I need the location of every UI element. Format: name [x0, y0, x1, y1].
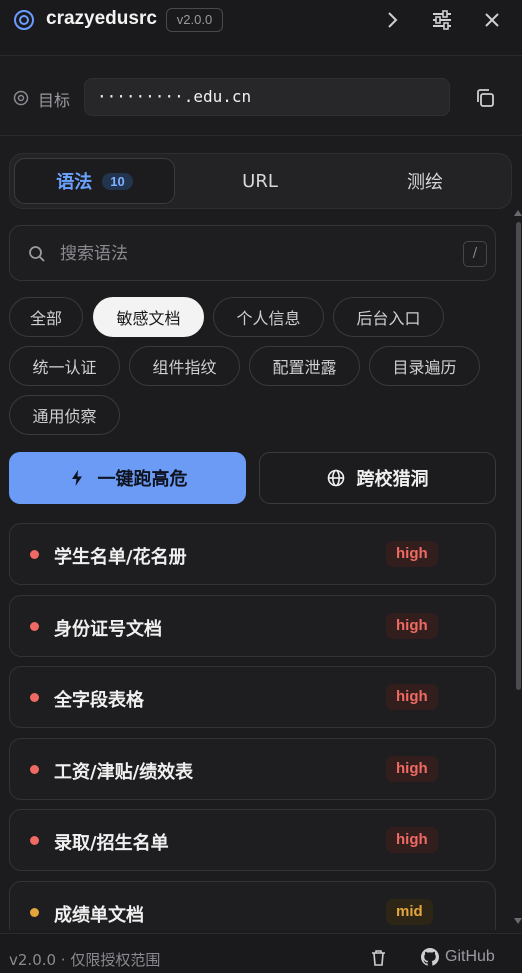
list-item-title: 学生名单/花名册 — [54, 547, 187, 568]
tab-bar: 语法 10 URL 测绘 — [9, 153, 512, 209]
chip-unified-auth[interactable]: 统一认证 — [9, 346, 120, 386]
list-item-title: 成绩单文档 — [54, 905, 144, 926]
run-high-risk-label: 一键跑高危 — [97, 469, 188, 490]
tab-syntax-label: 语法 — [56, 172, 93, 193]
chip-all[interactable]: 全部 — [9, 297, 83, 337]
copy-icon — [477, 89, 494, 107]
cross-school-hunt-button[interactable]: 跨校猎洞 — [259, 452, 496, 504]
chip-dir-traversal[interactable]: 目录遍历 — [369, 346, 480, 386]
chip-admin-entry[interactable]: 后台入口 — [333, 297, 444, 337]
chip-general-recon[interactable]: 通用侦察 — [9, 395, 120, 435]
target-input[interactable]: ·········.edu.cn — [84, 78, 450, 116]
severity-badge: high — [386, 827, 438, 853]
close-button[interactable] — [480, 8, 504, 32]
copy-button[interactable] — [474, 87, 496, 109]
expand-button[interactable] — [380, 8, 404, 32]
search-input[interactable] — [60, 241, 440, 267]
tab-url[interactable]: URL — [180, 158, 340, 204]
close-icon — [485, 13, 499, 27]
severity-badge: high — [386, 541, 438, 567]
chip-personal-info[interactable]: 个人信息 — [213, 297, 324, 337]
target-logo-icon — [14, 10, 34, 30]
globe-icon — [327, 469, 344, 487]
severity-dot — [30, 693, 39, 702]
search-icon — [29, 246, 45, 262]
target-label: 目标 — [38, 91, 71, 110]
clear-button[interactable] — [370, 949, 387, 967]
list-item[interactable]: 录取/招生名单 high — [9, 809, 496, 871]
severity-badge: high — [386, 684, 438, 710]
list-item[interactable]: 身份证号文档 high — [9, 595, 496, 657]
github-label: GitHub — [445, 948, 495, 965]
search-shortcut-hint: / — [463, 241, 487, 267]
list-item-title: 录取/招生名单 — [54, 833, 169, 854]
chip-sensitive-docs[interactable]: 敏感文档 — [93, 297, 204, 337]
list-item-title: 全字段表格 — [54, 690, 144, 711]
footer: v2.0.0 · 仅限授权范围 GitHub — [0, 933, 522, 973]
tab-syntax-count: 10 — [102, 172, 133, 190]
severity-dot — [30, 550, 39, 559]
tab-mapping-label: 测绘 — [407, 172, 443, 193]
target-row: 目标 ·········.edu.cn — [0, 56, 522, 136]
app-title: crazyedusrc — [46, 8, 157, 29]
tab-syntax[interactable]: 语法 10 — [14, 158, 175, 204]
chip-component-fingerprint[interactable]: 组件指纹 — [129, 346, 240, 386]
list-item[interactable]: 全字段表格 high — [9, 666, 496, 728]
list-item[interactable]: 学生名单/花名册 high — [9, 523, 496, 585]
tab-url-label: URL — [242, 170, 278, 192]
severity-dot — [30, 908, 39, 917]
list-item[interactable]: 成绩单文档 mid — [9, 881, 496, 930]
cross-school-hunt-label: 跨校猎洞 — [356, 469, 429, 490]
lightning-icon — [71, 470, 82, 486]
github-icon — [421, 948, 439, 966]
severity-dot — [30, 622, 39, 631]
search-box: / — [9, 225, 496, 281]
severity-dot — [30, 765, 39, 774]
severity-badge: high — [386, 756, 438, 782]
trash-icon — [372, 950, 385, 966]
scrollbar-thumb[interactable] — [516, 222, 521, 690]
list-item-title: 身份证号文档 — [54, 619, 162, 640]
list-item[interactable]: 工资/津贴/绩效表 high — [9, 738, 496, 800]
syntax-list: 学生名单/花名册 high 身份证号文档 high 全字段表格 high 工资/… — [0, 522, 512, 930]
settings-button[interactable] — [430, 8, 454, 32]
severity-badge: mid — [386, 899, 433, 925]
chip-config-leak[interactable]: 配置泄露 — [249, 346, 360, 386]
severity-dot — [30, 836, 39, 845]
target-icon — [13, 90, 29, 106]
list-item-title: 工资/津贴/绩效表 — [54, 762, 194, 783]
footer-version-text: v2.0.0 · 仅限授权范围 — [9, 951, 161, 969]
scroll-down-arrow[interactable] — [514, 918, 522, 924]
tab-mapping[interactable]: 测绘 — [345, 158, 505, 204]
github-link[interactable]: GitHub — [421, 948, 495, 966]
version-badge: v2.0.0 — [166, 8, 223, 32]
severity-badge: high — [386, 613, 438, 639]
sliders-icon — [433, 10, 451, 30]
scroll-up-arrow[interactable] — [514, 210, 522, 216]
chevron-right-icon — [388, 12, 398, 28]
run-high-risk-button[interactable]: 一键跑高危 — [9, 452, 246, 504]
header: crazyedusrc v2.0.0 — [0, 0, 522, 56]
